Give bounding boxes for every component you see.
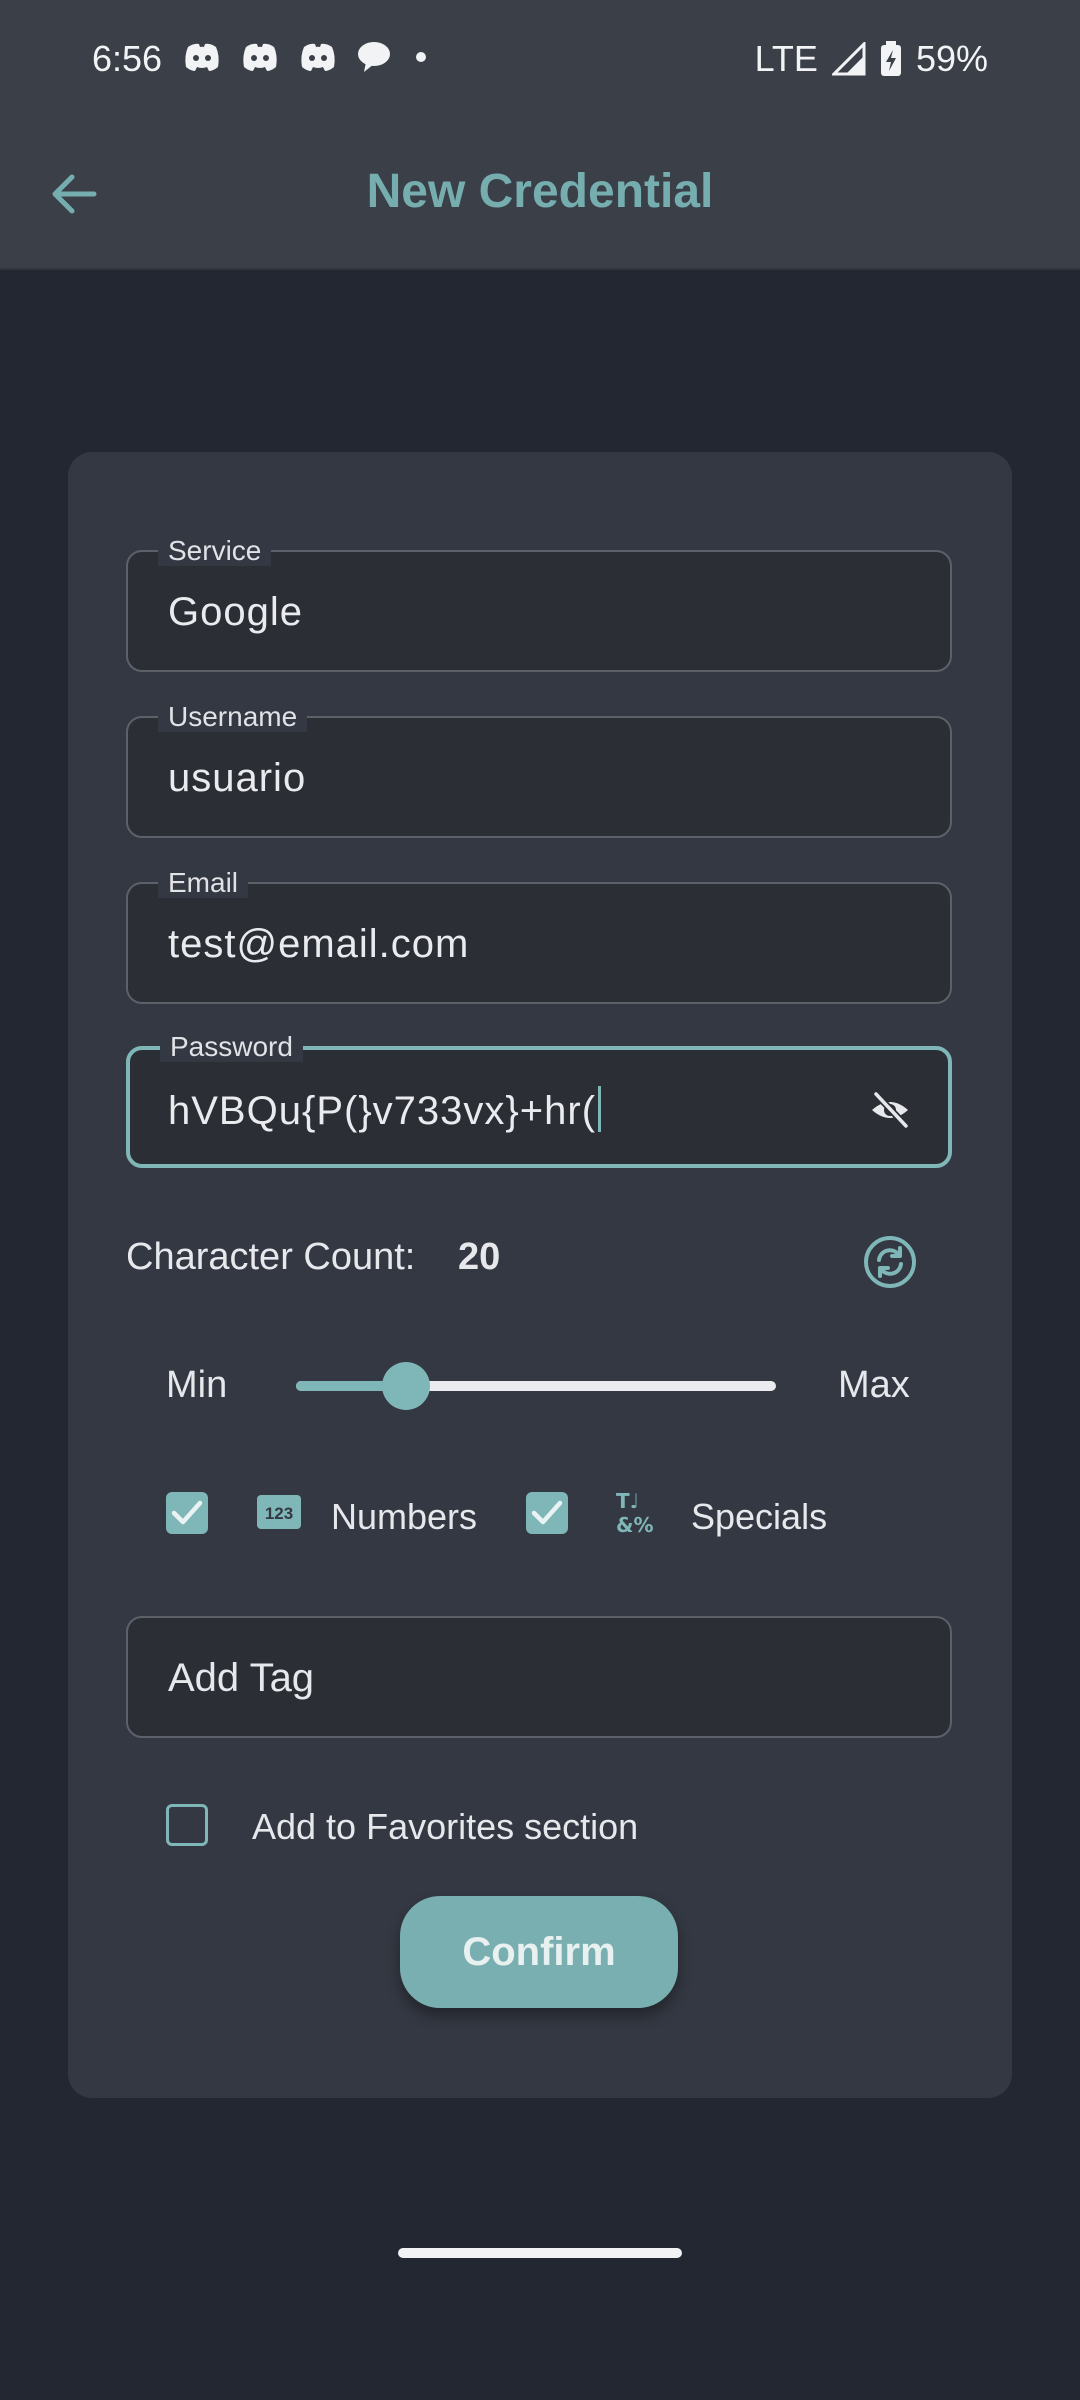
- favorites-label: Add to Favorites section: [252, 1806, 639, 1847]
- svg-text:&%: &%: [616, 1513, 653, 1536]
- slider-max-label: Max: [838, 1364, 910, 1406]
- discord-icon: [185, 43, 219, 71]
- password-field[interactable]: Password hVBQu{P(}v733vx}+hr(: [126, 1032, 952, 1168]
- check-icon: [531, 1500, 563, 1525]
- credential-form-card: Service Google Username usuario Email te…: [68, 452, 1012, 2098]
- status-time: 6:56: [92, 38, 163, 79]
- add-tag-input[interactable]: Add Tag: [126, 1616, 952, 1738]
- service-input[interactable]: Google: [168, 590, 303, 635]
- email-input[interactable]: test@email.com: [168, 922, 469, 967]
- svg-text:123: 123: [265, 1504, 293, 1523]
- add-tag-placeholder: Add Tag: [168, 1656, 315, 1700]
- email-field[interactable]: Email test@email.com: [126, 868, 952, 1004]
- status-bar: 6:56 LTE 59%: [0, 0, 1080, 120]
- numbers-123-icon: 123: [257, 1495, 301, 1529]
- length-slider[interactable]: [296, 1362, 776, 1410]
- password-input[interactable]: hVBQu{P(}v733vx}+hr(: [168, 1086, 602, 1134]
- more-dot-icon: [416, 52, 426, 62]
- text-caret: [598, 1086, 602, 1132]
- username-label: Username: [158, 702, 308, 732]
- username-field[interactable]: Username usuario: [126, 702, 952, 838]
- status-right: LTE 59%: [755, 38, 988, 80]
- service-field[interactable]: Service Google: [126, 536, 952, 672]
- specials-label: Specials: [691, 1496, 828, 1537]
- eye-off-icon[interactable]: [868, 1088, 912, 1132]
- character-count-value: 20: [458, 1236, 501, 1278]
- battery-charging-icon: [880, 41, 901, 76]
- numbers-checkbox[interactable]: [166, 1492, 208, 1534]
- chat-bubble-icon: [358, 42, 390, 72]
- password-label: Password: [160, 1032, 303, 1062]
- confirm-button[interactable]: Confirm: [400, 1896, 678, 2008]
- slider-min-label: Min: [166, 1364, 228, 1406]
- signal-icon: [831, 42, 866, 76]
- battery-percent: 59%: [915, 38, 988, 79]
- app-bar: New Credential: [0, 120, 1080, 270]
- character-count-label: Character Count:: [126, 1236, 416, 1278]
- check-icon: [171, 1500, 203, 1525]
- specials-checkbox[interactable]: [526, 1492, 568, 1534]
- special-characters-icon: T♩ &%: [616, 1489, 653, 1536]
- svg-text:T♩: T♩: [616, 1489, 639, 1513]
- numbers-label: Numbers: [331, 1496, 478, 1537]
- favorites-checkbox[interactable]: [166, 1804, 208, 1846]
- service-label: Service: [158, 536, 272, 566]
- refresh-icon[interactable]: [862, 1234, 918, 1290]
- slider-thumb[interactable]: [382, 1362, 431, 1410]
- username-input[interactable]: usuario: [168, 756, 306, 801]
- notification-icons: [182, 40, 426, 74]
- discord-icon: [243, 43, 277, 71]
- network-type: LTE: [754, 38, 818, 79]
- page-title: New Credential: [366, 165, 714, 218]
- password-text: hVBQu{P(}v733vx}+hr(: [168, 1089, 597, 1133]
- home-indicator[interactable]: [398, 2248, 682, 2258]
- email-label: Email: [158, 868, 249, 898]
- discord-icon: [301, 43, 335, 71]
